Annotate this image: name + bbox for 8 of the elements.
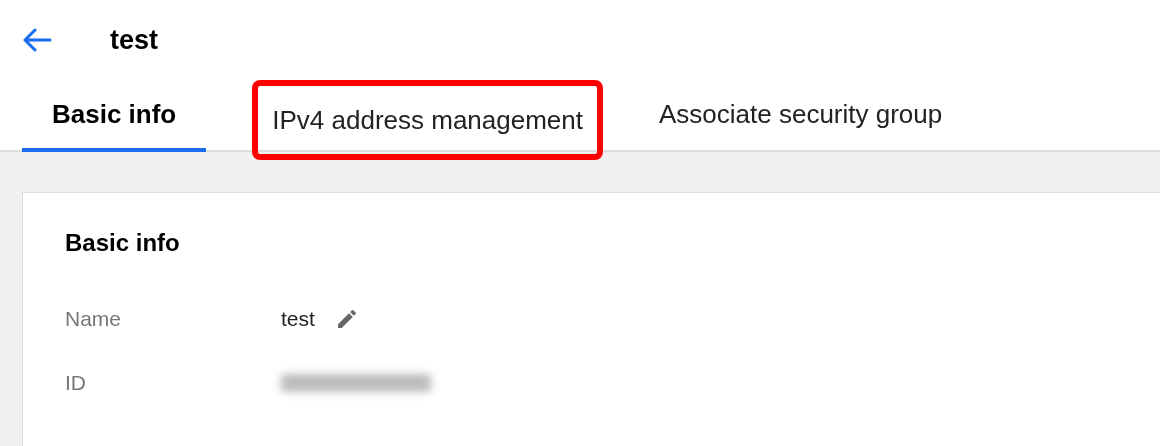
field-label: ID [65,371,87,395]
card-title: Basic info [65,229,181,257]
field-value: test [281,307,315,331]
tab[interactable]: IPv4 address management [252,80,603,160]
back-arrow-icon[interactable] [22,28,52,52]
tab[interactable]: Associate security group [649,80,953,152]
field-label: Name [65,307,123,331]
page-title: test [110,24,158,56]
